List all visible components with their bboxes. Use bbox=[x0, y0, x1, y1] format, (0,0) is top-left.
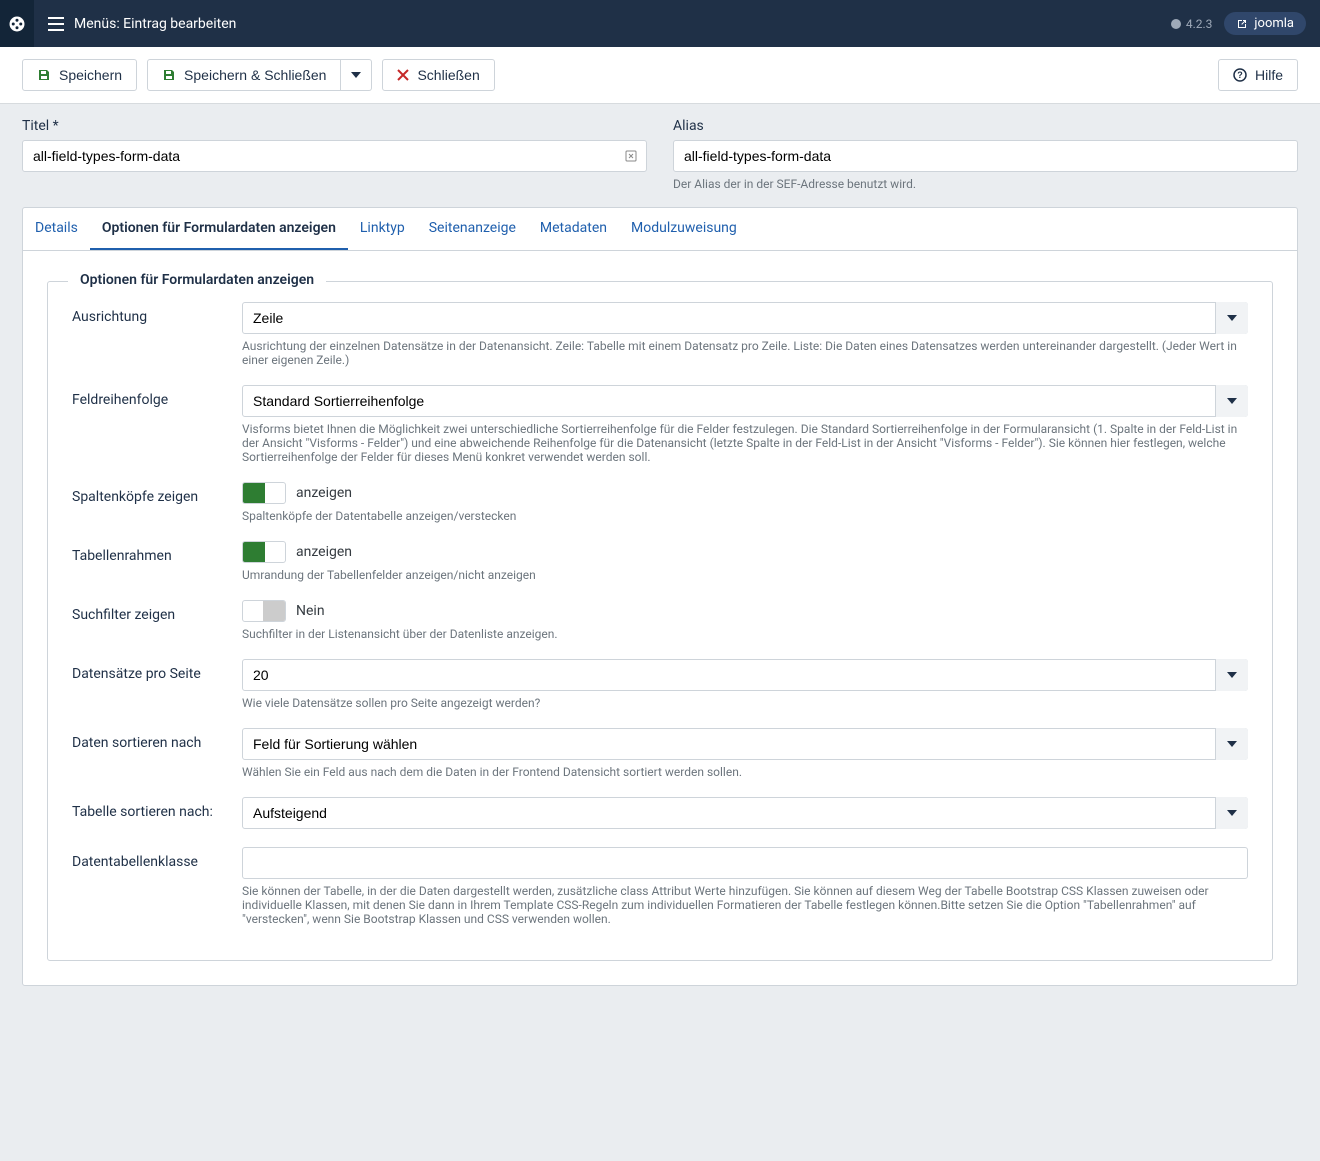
alias-label: Alias bbox=[673, 118, 1298, 134]
suchfilter-label: Suchfilter zeigen bbox=[72, 600, 242, 641]
sortieren-nach-desc: Wählen Sie ein Feld aus nach dem die Dat… bbox=[242, 765, 1248, 779]
sidebar-toggle[interactable] bbox=[0, 0, 34, 47]
help-button[interactable]: ? Hilfe bbox=[1218, 59, 1298, 91]
svg-text:?: ? bbox=[1237, 70, 1243, 80]
joomla-small-icon bbox=[1170, 18, 1182, 30]
tab-details[interactable]: Details bbox=[23, 208, 90, 250]
datentabellenklasse-label: Datentabellenklasse bbox=[72, 847, 242, 926]
page-title: Menüs: Eintrag bearbeiten bbox=[74, 16, 236, 32]
datensaetze-label: Datensätze pro Seite bbox=[72, 659, 242, 710]
clear-icon[interactable] bbox=[625, 150, 637, 162]
alias-desc: Der Alias der in der SEF-Adresse benutzt… bbox=[673, 177, 1298, 191]
app-header: Menüs: Eintrag bearbeiten 4.2.3 joomla bbox=[0, 0, 1320, 47]
suchfilter-value: Nein bbox=[296, 603, 325, 619]
close-icon bbox=[397, 69, 409, 81]
spaltenkoepfe-desc: Spaltenköpfe der Datentabelle anzeigen/v… bbox=[242, 509, 1248, 523]
sortieren-nach-label: Daten sortieren nach bbox=[72, 728, 242, 779]
spaltenkoepfe-label: Spaltenköpfe zeigen bbox=[72, 482, 242, 523]
alias-input[interactable] bbox=[673, 140, 1298, 172]
tabs: Details Optionen für Formulardaten anzei… bbox=[23, 208, 1297, 251]
chevron-down-icon[interactable] bbox=[1215, 659, 1248, 691]
ausrichtung-desc: Ausrichtung der einzelnen Datensätze in … bbox=[242, 339, 1248, 367]
tab-pagedisplay[interactable]: Seitenanzeige bbox=[417, 208, 528, 250]
save-button[interactable]: Speichern bbox=[22, 59, 137, 91]
list-icon bbox=[48, 17, 64, 31]
tabelle-sortieren-label: Tabelle sortieren nach: bbox=[72, 797, 242, 829]
tab-formdata-options[interactable]: Optionen für Formulardaten anzeigen bbox=[90, 208, 348, 250]
tab-metadata[interactable]: Metadaten bbox=[528, 208, 619, 250]
chevron-down-icon bbox=[351, 72, 361, 78]
feldreihenfolge-label: Feldreihenfolge bbox=[72, 385, 242, 464]
ausrichtung-select[interactable] bbox=[242, 302, 1248, 334]
site-badge[interactable]: joomla bbox=[1224, 12, 1306, 35]
spaltenkoepfe-toggle[interactable] bbox=[242, 482, 286, 504]
chevron-down-icon[interactable] bbox=[1215, 302, 1248, 334]
save-icon bbox=[162, 68, 176, 82]
datensaetze-select[interactable] bbox=[242, 659, 1248, 691]
save-icon bbox=[37, 68, 51, 82]
chevron-down-icon[interactable] bbox=[1215, 385, 1248, 417]
toolbar: Speichern Speichern & Schließen Schließe… bbox=[0, 47, 1320, 104]
close-button[interactable]: Schließen bbox=[382, 59, 494, 91]
datentabellenklasse-desc: Sie können der Tabelle, in der die Daten… bbox=[242, 884, 1248, 926]
chevron-down-icon[interactable] bbox=[1215, 797, 1248, 829]
feldreihenfolge-select[interactable] bbox=[242, 385, 1248, 417]
form-header: Titel * Alias Der Alias der in der SEF-A… bbox=[0, 104, 1320, 191]
save-dropdown-button[interactable] bbox=[341, 59, 372, 91]
suchfilter-desc: Suchfilter in der Listenansicht über der… bbox=[242, 627, 1248, 641]
spaltenkoepfe-value: anzeigen bbox=[296, 485, 352, 501]
tabellenrahmen-label: Tabellenrahmen bbox=[72, 541, 242, 582]
tab-linktype[interactable]: Linktyp bbox=[348, 208, 417, 250]
tabellenrahmen-value: anzeigen bbox=[296, 544, 352, 560]
content-panel: Details Optionen für Formulardaten anzei… bbox=[22, 207, 1298, 986]
external-link-icon bbox=[1236, 18, 1248, 30]
fieldset-formdata-options: Optionen für Formulardaten anzeigen Ausr… bbox=[47, 281, 1273, 961]
save-close-button[interactable]: Speichern & Schließen bbox=[147, 59, 341, 91]
tabellenrahmen-toggle[interactable] bbox=[242, 541, 286, 563]
tab-moduleassign[interactable]: Modulzuweisung bbox=[619, 208, 749, 250]
datensaetze-desc: Wie viele Datensätze sollen pro Seite an… bbox=[242, 696, 1248, 710]
tabellenrahmen-desc: Umrandung der Tabellenfelder anzeigen/ni… bbox=[242, 568, 1248, 582]
tabelle-sortieren-select[interactable] bbox=[242, 797, 1248, 829]
title-input[interactable] bbox=[22, 140, 647, 172]
datentabellenklasse-input[interactable] bbox=[242, 847, 1248, 879]
sortieren-nach-select[interactable] bbox=[242, 728, 1248, 760]
fieldset-legend: Optionen für Formulardaten anzeigen bbox=[68, 272, 326, 288]
joomla-icon bbox=[8, 15, 26, 33]
help-icon: ? bbox=[1233, 68, 1247, 82]
feldreihenfolge-desc: Visforms bietet Ihnen die Möglichkeit zw… bbox=[242, 422, 1248, 464]
ausrichtung-label: Ausrichtung bbox=[72, 302, 242, 367]
suchfilter-toggle[interactable] bbox=[242, 600, 286, 622]
chevron-down-icon[interactable] bbox=[1215, 728, 1248, 760]
version-label: 4.2.3 bbox=[1170, 17, 1213, 31]
title-label: Titel * bbox=[22, 118, 647, 134]
